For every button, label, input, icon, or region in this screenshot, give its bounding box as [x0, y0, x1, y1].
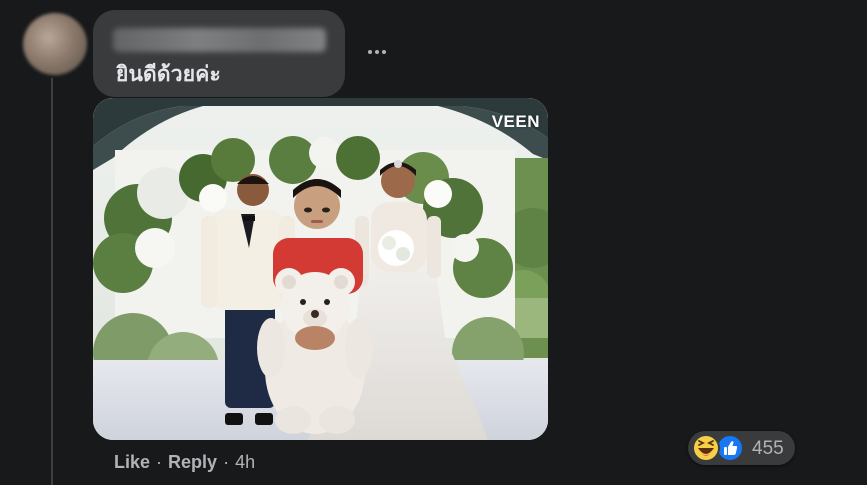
- commenter-name-redacted[interactable]: [113, 28, 326, 52]
- comment-photo[interactable]: VEEN: [93, 98, 548, 440]
- comment-timestamp[interactable]: 4h: [235, 452, 255, 473]
- reaction-count: 455: [752, 438, 784, 459]
- thread-connector-line: [51, 78, 53, 485]
- separator-dot: ·: [156, 452, 163, 472]
- reaction-summary[interactable]: 455: [688, 431, 795, 465]
- reply-button[interactable]: Reply: [168, 452, 217, 473]
- comment-thread: ยินดีด้วยค่ะ VEEN Like · Reply · 4h 455: [0, 0, 867, 485]
- haha-icon: [692, 434, 720, 462]
- more-options-button[interactable]: [360, 38, 394, 66]
- avatar[interactable]: [23, 13, 87, 75]
- more-horizontal-icon: [368, 50, 372, 54]
- comment-actions: Like · Reply · 4h: [114, 452, 255, 473]
- comment-text: ยินดีด้วยค่ะ: [116, 63, 221, 86]
- like-button[interactable]: Like: [114, 452, 150, 473]
- comment-bubble: ยินดีด้วยค่ะ: [93, 10, 345, 97]
- photo-watermark: VEEN: [491, 112, 540, 131]
- wedding-photo-image: [93, 98, 548, 440]
- like-icon: [716, 434, 744, 462]
- separator-dot: ·: [223, 452, 230, 472]
